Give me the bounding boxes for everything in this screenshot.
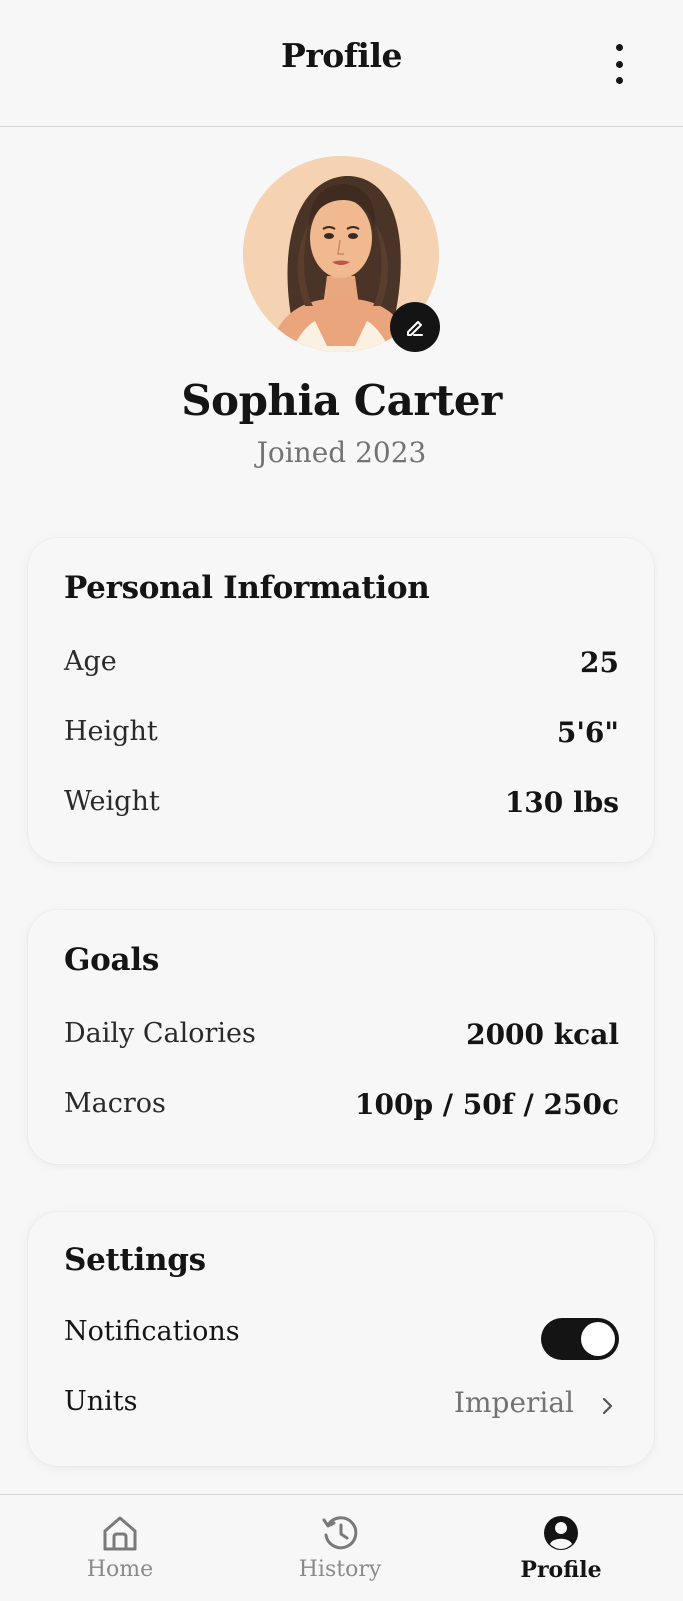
nav-label-home: Home [86, 1557, 154, 1582]
settings-card: Settings Notifications Units Imperial [28, 1212, 654, 1466]
personal-info-title: Personal Information [64, 570, 430, 606]
notifications-label: Notifications [64, 1316, 240, 1347]
units-label: Units [64, 1386, 138, 1417]
settings-title: Settings [64, 1242, 206, 1278]
height-value: 5'6" [556, 716, 619, 749]
age-label: Age [64, 646, 117, 677]
page-title: Profile [281, 36, 402, 75]
avatar-container [243, 156, 441, 354]
history-icon [322, 1516, 358, 1550]
daily-calories-label: Daily Calories [64, 1018, 256, 1049]
nav-item-home[interactable]: Home [40, 1495, 200, 1601]
notifications-toggle[interactable] [541, 1318, 619, 1360]
macros-value: 100p / 50f / 250c [355, 1088, 619, 1121]
goals-card: Goals Daily Calories 2000 kcal Macros 10… [28, 910, 654, 1164]
daily-calories-value: 2000 kcal [466, 1018, 619, 1051]
chevron-right-icon [602, 1397, 613, 1415]
toggle-knob [581, 1322, 615, 1356]
weight-value: 130 lbs [504, 786, 619, 819]
macros-label: Macros [64, 1088, 166, 1119]
units-value: Imperial [453, 1386, 574, 1419]
goals-title: Goals [64, 942, 159, 978]
joined-date: Joined 2023 [256, 436, 427, 469]
more-options-icon[interactable] [604, 44, 634, 84]
profile-name: Sophia Carter [181, 376, 502, 425]
app-header: Profile [0, 0, 683, 127]
personal-info-card: Personal Information Age 25 Height 5'6" … [28, 538, 654, 862]
height-label: Height [64, 716, 158, 747]
nav-item-history[interactable]: History [260, 1495, 420, 1601]
age-value: 25 [580, 646, 619, 679]
home-icon [103, 1516, 137, 1551]
edit-avatar-button[interactable] [390, 302, 440, 352]
nav-label-history: History [298, 1557, 382, 1582]
bottom-navigation: Home History Profile [0, 1494, 683, 1601]
nav-item-profile[interactable]: Profile [481, 1495, 641, 1601]
nav-label-profile: Profile [520, 1557, 602, 1583]
weight-label: Weight [64, 786, 160, 817]
pencil-icon [407, 321, 423, 336]
profile-icon [544, 1516, 578, 1550]
